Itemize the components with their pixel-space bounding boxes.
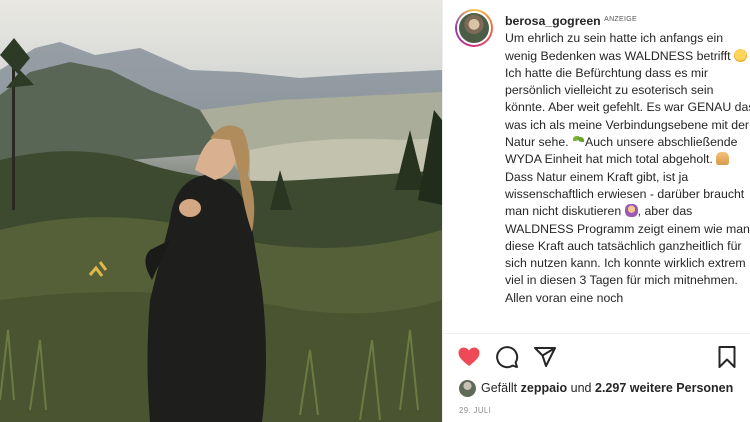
caption-text-1: Um ehrlich zu sein hatte ich anfangs ein… — [505, 31, 731, 63]
ad-label: ANZEIGE — [604, 16, 637, 23]
likes-summary: Gefällt zeppaio und 2.297 weitere Person… — [459, 378, 733, 398]
paper-plane-icon[interactable] — [533, 345, 557, 369]
post-panel: berosa_gogreen ANZEIGE Um ehrlich zu sei… — [442, 0, 750, 422]
username-link[interactable]: berosa_gogreen — [505, 14, 601, 28]
post-date[interactable]: 29. JULI — [459, 406, 491, 415]
folded-hands-emoji-icon — [716, 152, 730, 166]
liker-avatar[interactable] — [459, 379, 476, 397]
seedling-emoji-icon — [572, 135, 585, 148]
post-caption: berosa_gogreen ANZEIGE Um ehrlich zu sei… — [505, 11, 750, 307]
liker-username-link[interactable]: zeppaio — [521, 381, 568, 395]
action-bar — [457, 345, 741, 371]
bookmark-icon[interactable] — [715, 345, 739, 369]
likes-prefix: Gefällt — [481, 381, 518, 395]
profile-avatar[interactable] — [455, 9, 493, 47]
person-shrugging-emoji-icon — [624, 204, 638, 218]
grinning-sweat-emoji-icon — [733, 48, 747, 62]
actions-divider — [443, 333, 750, 334]
comment-icon[interactable] — [495, 345, 519, 369]
post-photo[interactable] — [0, 0, 442, 422]
likes-count-link[interactable]: 2.297 weitere Personen — [595, 381, 733, 395]
heart-icon[interactable] — [457, 345, 481, 369]
likes-middle: und — [570, 381, 592, 395]
avatar-image — [457, 11, 491, 45]
caption-text-5: , aber das WALDNESS Programm zeigt einem… — [505, 204, 750, 305]
photo-scene — [0, 38, 442, 422]
